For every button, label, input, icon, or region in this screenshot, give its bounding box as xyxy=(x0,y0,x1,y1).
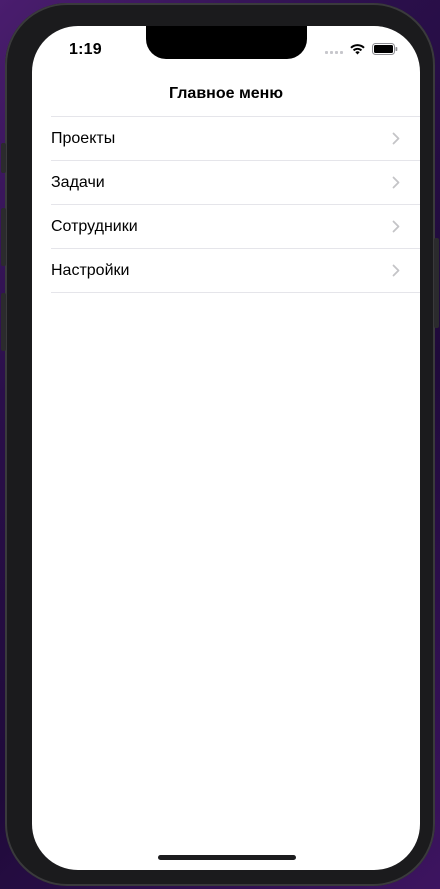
menu-item-label: Задачи xyxy=(51,173,105,191)
home-indicator[interactable] xyxy=(158,855,296,860)
chevron-right-icon xyxy=(392,264,400,277)
menu-item-label: Сотрудники xyxy=(51,217,138,235)
chevron-right-icon xyxy=(392,220,400,233)
phone-frame: 1:19 Главное меню Проекты Задачи Сотрудн… xyxy=(1,3,439,886)
notch xyxy=(146,26,307,59)
menu-item-settings[interactable]: Настройки xyxy=(51,249,420,293)
status-icons xyxy=(325,43,398,55)
power-button xyxy=(434,238,439,328)
volume-down-button xyxy=(1,293,6,351)
menu-item-projects[interactable]: Проекты xyxy=(51,117,420,161)
status-time: 1:19 xyxy=(69,41,102,58)
wifi-icon xyxy=(350,44,365,55)
silent-switch xyxy=(1,143,6,173)
cellular-signal-icon xyxy=(325,44,343,54)
battery-icon xyxy=(372,43,398,55)
menu-item-employees[interactable]: Сотрудники xyxy=(51,205,420,249)
menu-item-label: Настройки xyxy=(51,261,130,279)
page-title: Главное меню xyxy=(168,85,283,102)
app-screen: 1:19 Главное меню Проекты Задачи Сотрудн… xyxy=(32,26,420,870)
volume-up-button xyxy=(1,208,6,266)
menu-item-label: Проекты xyxy=(51,129,116,147)
chevron-right-icon xyxy=(392,176,400,189)
menu-item-tasks[interactable]: Задачи xyxy=(51,161,420,205)
main-menu-list: Проекты Задачи Сотрудники Настройки xyxy=(51,116,420,293)
chevron-right-icon xyxy=(392,132,400,145)
